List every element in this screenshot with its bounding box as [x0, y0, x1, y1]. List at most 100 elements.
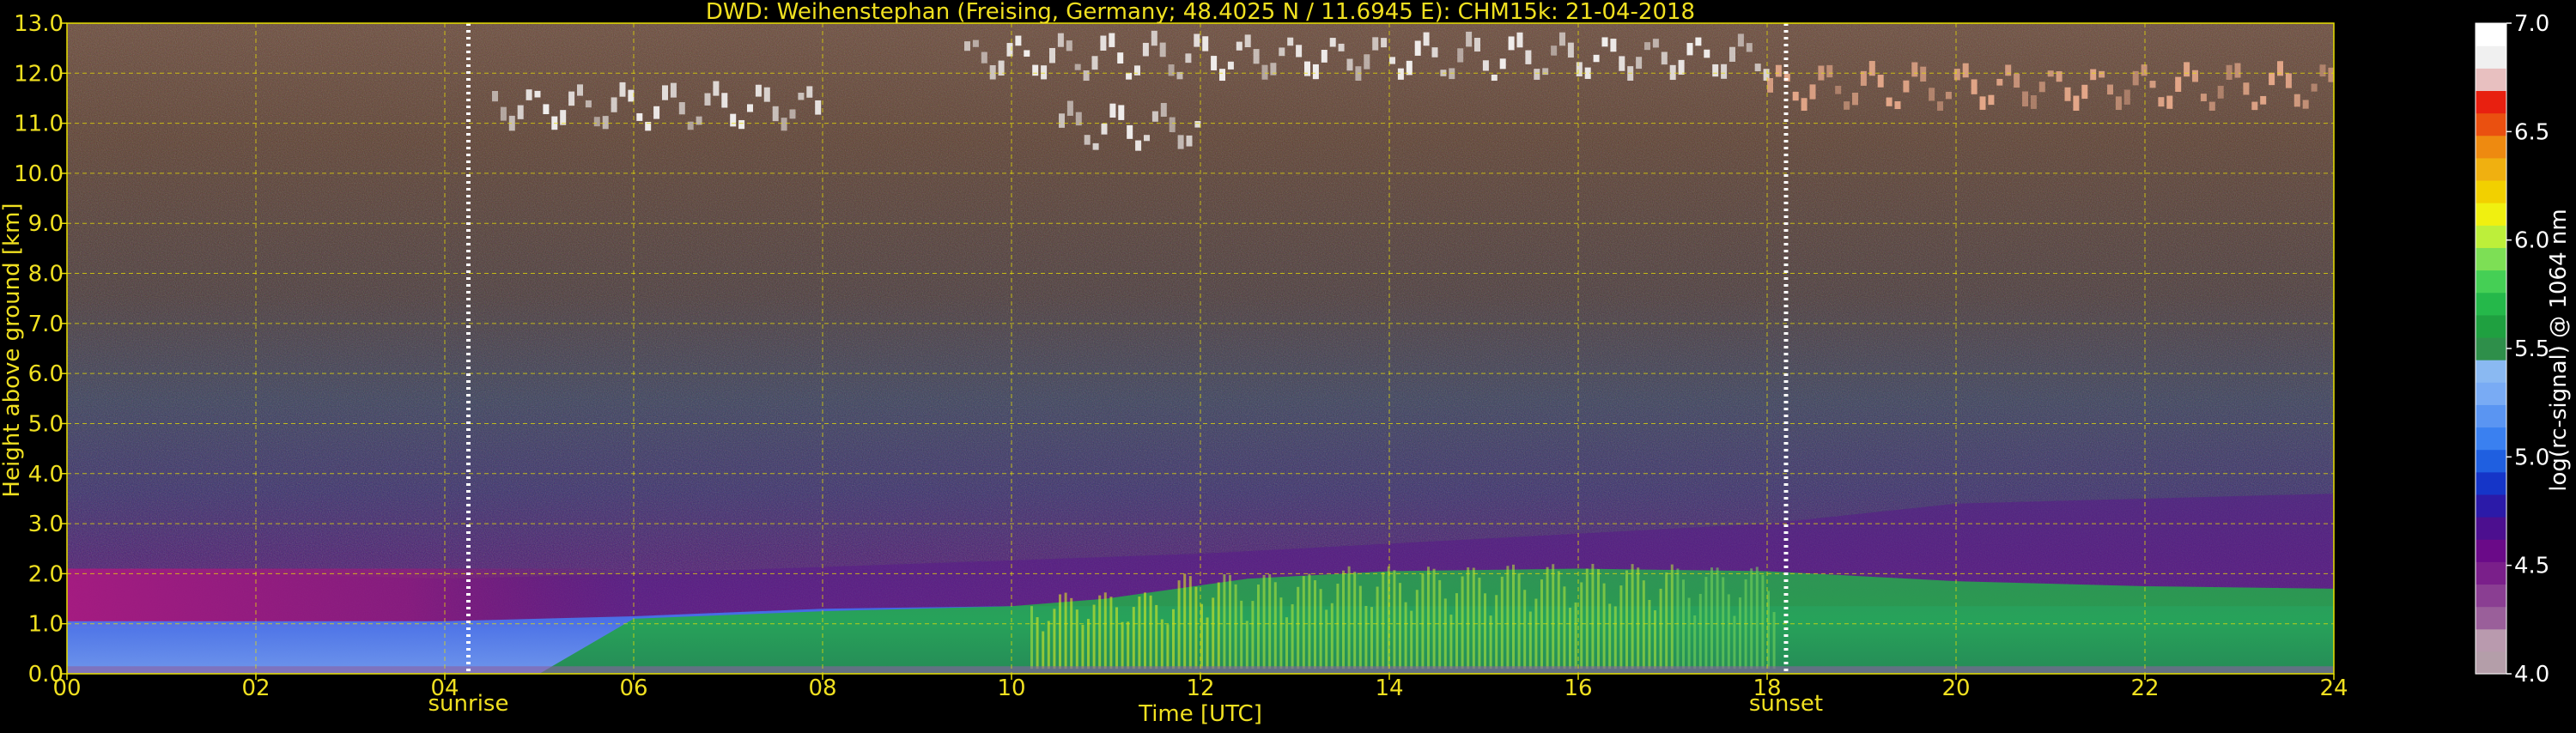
cloud-patch [815, 100, 822, 115]
cloud-patch [1903, 80, 1910, 93]
cloud-patch [964, 41, 970, 51]
cloud-patch [1534, 69, 1540, 80]
convective-plume [1087, 619, 1090, 669]
y-tick-label: 0.0 [28, 662, 64, 688]
cloud-patch [1074, 64, 1081, 70]
colorbar-segment [2476, 449, 2506, 473]
cloud-patch [1372, 37, 1379, 51]
cloud-patch [534, 90, 541, 98]
convective-plume [1314, 580, 1316, 669]
cloud-patch [1304, 61, 1310, 76]
convective-plume [1268, 573, 1272, 669]
cloud-patch [1695, 37, 1702, 46]
cloud-patch [1988, 94, 1995, 106]
colorbar-segment [2476, 68, 2506, 92]
cloud-patch [662, 85, 668, 100]
convective-plume [1109, 597, 1113, 669]
colorbar-segment [2476, 23, 2506, 46]
convective-plume [1240, 600, 1243, 669]
convective-plume [1149, 595, 1152, 669]
cloud-patch [1321, 50, 1327, 63]
cloud-patch [611, 97, 617, 112]
colorbar-segment [2476, 45, 2506, 69]
x-tick-label: 22 [2130, 675, 2159, 701]
colorbar-segment [2476, 628, 2506, 652]
cloud-patch [1721, 64, 1728, 79]
convective-plume [1648, 599, 1651, 669]
cloud-patch [2234, 63, 2241, 78]
convective-plume [1132, 607, 1135, 669]
chart-title: DWD: Weihenstephan (Freising, Germany; 4… [706, 0, 1695, 25]
cloud-patch [1127, 124, 1133, 139]
colorbar-tick-label: 5.0 [2514, 445, 2549, 470]
convective-plume [1376, 586, 1379, 669]
convective-plume [1563, 586, 1566, 669]
cloud-patch [1100, 35, 1107, 51]
colorbar-tick-label: 6.0 [2514, 228, 2549, 254]
convective-plume [1115, 607, 1118, 669]
convective-plume [1670, 564, 1674, 669]
cloud-patch [1083, 70, 1090, 82]
colorbar-tick-label: 4.0 [2514, 662, 2549, 688]
colorbar: 4.0 4.5 5.0 5.5 6.0 6.5 7.0 [2475, 11, 2549, 688]
cloud-patch [1937, 101, 1943, 112]
convective-plume [1484, 593, 1486, 669]
colorbar-segment [2476, 336, 2506, 360]
cloud-patch [1287, 37, 1294, 46]
x-tick-label: 16 [1564, 675, 1592, 701]
cloud-patch [1911, 62, 1918, 77]
cloud-patch [1091, 56, 1098, 70]
cloud-patch [1049, 47, 1055, 64]
convective-plume [1155, 604, 1158, 669]
cloud-patch [560, 110, 567, 125]
convective-plume [1410, 610, 1413, 669]
convective-plume [1353, 572, 1357, 669]
x-tick-label: 20 [1941, 675, 1970, 701]
convective-plume [1364, 605, 1368, 669]
cloud-patch [2038, 82, 2045, 93]
y-tick-label: 13.0 [14, 11, 64, 37]
y-tick-label: 3.0 [28, 512, 64, 537]
cloud-patch [577, 84, 583, 96]
cloud-patch [1576, 62, 1583, 76]
convective-plume [1064, 592, 1067, 669]
x-tick-label: 04 [430, 675, 459, 701]
cloud-patch [1644, 42, 1650, 51]
cloud-patch [1261, 64, 1268, 80]
convective-plume [1427, 566, 1430, 669]
convective-plume [1325, 609, 1328, 669]
y-tick-label: 12.0 [14, 61, 64, 87]
convective-plume [1330, 603, 1334, 669]
convective-plume [1478, 577, 1481, 669]
convective-plume [1273, 582, 1277, 669]
convective-plume [1251, 601, 1255, 669]
cloud-patch [1134, 65, 1140, 76]
convective-plume [1654, 610, 1656, 669]
colorbar-segment [2476, 651, 2506, 675]
convective-plume [1098, 595, 1102, 669]
y-tick-label: 7.0 [28, 312, 64, 337]
colorbar-segment [2476, 270, 2506, 294]
cloud-patch [2319, 64, 2326, 77]
cloud-patch [526, 89, 532, 100]
cloud-patch [1381, 38, 1388, 48]
cloud-patch [704, 93, 711, 106]
cloud-patch [1144, 135, 1150, 142]
cloud-patch [1551, 45, 1558, 56]
convective-plume [1262, 574, 1266, 669]
cloud-patch [1066, 40, 1072, 51]
cloud-patch [500, 106, 507, 121]
convective-plume [1500, 576, 1504, 669]
convective-plume [1597, 569, 1600, 669]
cloud-patch [2081, 84, 2088, 100]
convective-plume [1036, 617, 1039, 669]
cloud-patch [619, 82, 626, 97]
cloud-patch [1279, 47, 1285, 57]
cloud-patch [2149, 81, 2156, 88]
y-tick-label: 4.0 [28, 462, 64, 488]
cloud-patch [678, 102, 685, 115]
convective-plume [1602, 583, 1606, 669]
convective-plume [1750, 568, 1753, 669]
cloud-patch [1929, 88, 1935, 101]
cloud-patch [1185, 53, 1192, 64]
